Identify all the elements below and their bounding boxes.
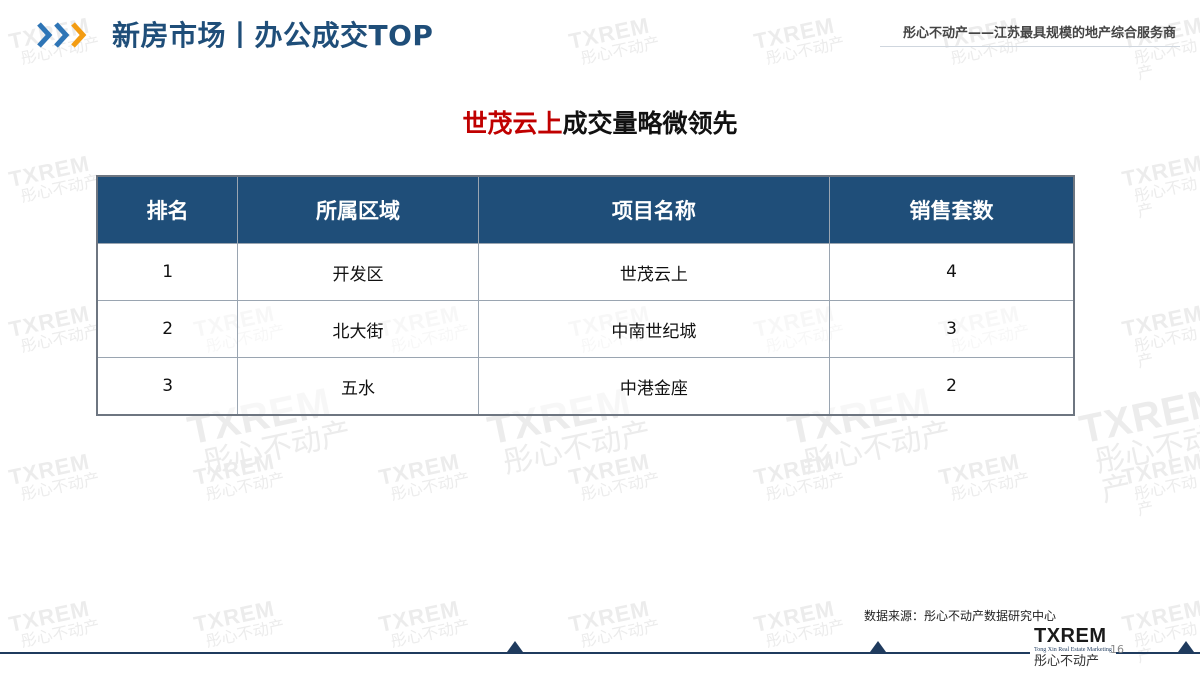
watermark: TXREM彤心不动产 bbox=[6, 150, 102, 207]
cell-rank: 2 bbox=[96, 300, 239, 358]
page-title: 新房市场丨办公成交TOP bbox=[112, 19, 434, 52]
heading-text: 成交量略微领先 bbox=[562, 109, 738, 138]
ranking-table: 排名 所属区域 项目名称 销售套数 1 开发区 世茂云上 4 2 北大街 中南世… bbox=[96, 175, 1075, 416]
cell-district: 北大街 bbox=[237, 300, 479, 358]
chevron-arrows-icon bbox=[37, 22, 87, 48]
cell-district: 五水 bbox=[237, 357, 479, 416]
triangle-marker-icon bbox=[1178, 641, 1194, 652]
header-divider bbox=[880, 46, 1180, 47]
footer-divider bbox=[0, 652, 1200, 654]
table-row: 3 五水 中港金座 2 bbox=[96, 357, 1075, 416]
cell-units: 4 bbox=[828, 243, 1075, 301]
watermark: TXREM彤心不动产 bbox=[566, 448, 662, 505]
watermark: TXREM彤心不动产 bbox=[566, 595, 662, 652]
column-header-rank: 排名 bbox=[96, 175, 239, 244]
watermark: TXREM彤心不动产 bbox=[191, 448, 287, 505]
cell-project: 世茂云上 bbox=[477, 243, 830, 301]
page-number: 16 bbox=[1110, 643, 1124, 656]
column-header-project: 项目名称 bbox=[477, 175, 830, 244]
watermark: TXREM彤心不动产 bbox=[1119, 150, 1200, 222]
watermark: TXREM彤心不动产 bbox=[936, 448, 1032, 505]
company-tagline: 彤心不动产——江苏最具规模的地产综合服务商 bbox=[902, 26, 1176, 41]
watermark: TXREM彤心不动产 bbox=[1119, 448, 1200, 520]
cell-units: 3 bbox=[828, 300, 1075, 358]
watermark: TXREM彤心不动产 bbox=[751, 595, 847, 652]
logo-mark: TXREM bbox=[1034, 625, 1107, 647]
cell-project: 中港金座 bbox=[477, 357, 830, 416]
watermark: TXREM彤心不动产 bbox=[376, 595, 472, 652]
watermark: TXREM彤心不动产 bbox=[751, 448, 847, 505]
slide-header: 新房市场丨办公成交TOP 彤心不动产——江苏最具规模的地产综合服务商 bbox=[0, 0, 1200, 70]
company-logo: TXREM Tong Xin Real Estate Marketing 彤心不… bbox=[1030, 626, 1116, 670]
column-header-district: 所属区域 bbox=[237, 175, 479, 244]
watermark: TXREM彤心不动产 bbox=[376, 448, 472, 505]
triangle-marker-icon bbox=[870, 641, 886, 652]
cell-project: 中南世纪城 bbox=[477, 300, 830, 358]
logo-chinese: 彤心不动产 bbox=[1034, 654, 1100, 669]
watermark: TXREM彤心不动产 bbox=[6, 300, 102, 357]
data-source-note: 数据来源：彤心不动产数据研究中心 bbox=[864, 609, 1057, 623]
watermark: TXREM彤心不动产 bbox=[191, 595, 287, 652]
watermark: TXREM彤心不动产 bbox=[1119, 300, 1200, 372]
watermark: TXREM彤心不动产 bbox=[6, 448, 102, 505]
watermark: TXREM彤心不动产 bbox=[1075, 379, 1200, 510]
cell-rank: 1 bbox=[96, 243, 239, 301]
section-heading: 世茂云上成交量略微领先 bbox=[0, 104, 1200, 140]
cell-units: 2 bbox=[828, 357, 1075, 416]
cell-rank: 3 bbox=[96, 357, 239, 416]
heading-highlight: 世茂云上 bbox=[462, 109, 563, 138]
table-row: 2 北大街 中南世纪城 3 bbox=[96, 300, 1075, 358]
table-header-row: 排名 所属区域 项目名称 销售套数 bbox=[96, 175, 1075, 244]
triangle-marker-icon bbox=[507, 641, 523, 652]
logo-english: Tong Xin Real Estate Marketing bbox=[1034, 647, 1112, 653]
column-header-units: 销售套数 bbox=[828, 175, 1075, 244]
cell-district: 开发区 bbox=[237, 243, 479, 301]
watermark: TXREM彤心不动产 bbox=[1119, 595, 1200, 667]
table-row: 1 开发区 世茂云上 4 bbox=[96, 243, 1075, 301]
watermark: TXREM彤心不动产 bbox=[6, 595, 102, 652]
